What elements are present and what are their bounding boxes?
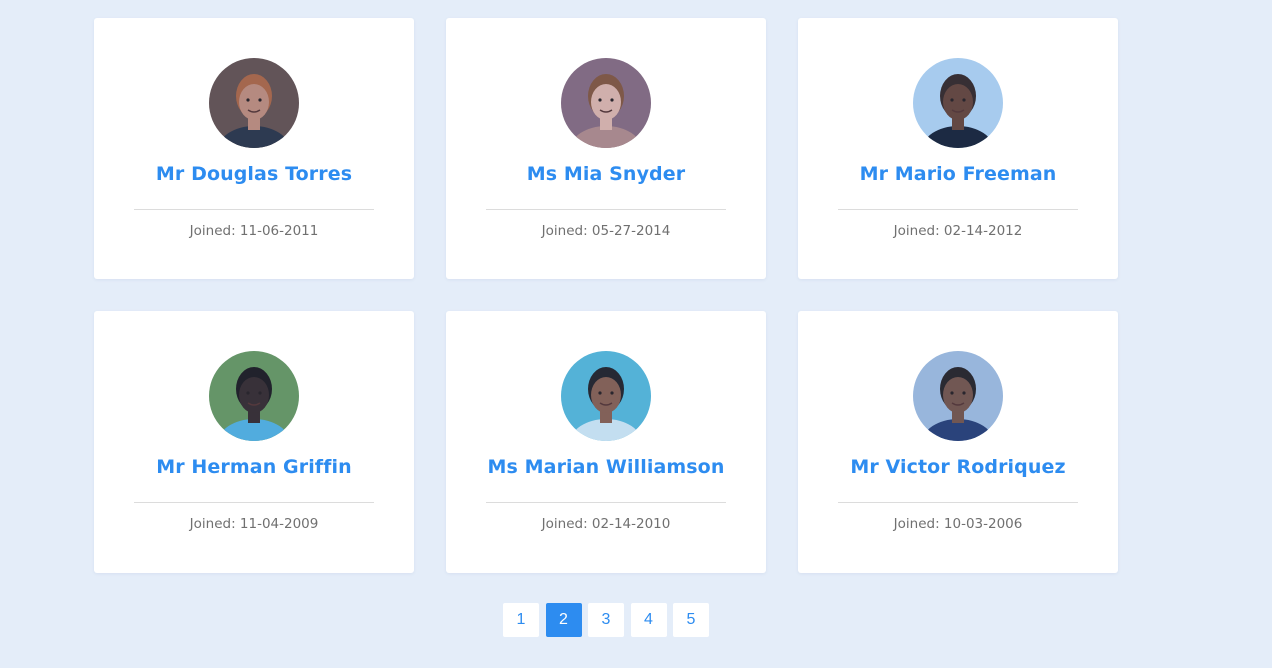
user-card: Ms Marian Williamson Joined: 02-14-2010 (446, 311, 766, 573)
user-card: Ms Mia Snyder Joined: 05-27-2014 (446, 18, 766, 279)
page-button-2[interactable]: 2 (545, 603, 582, 637)
avatar (209, 351, 299, 441)
divider (134, 209, 374, 210)
user-card: Mr Douglas Torres Joined: 11-06-2011 (94, 18, 414, 279)
avatar-portrait (209, 351, 299, 441)
divider (486, 502, 726, 503)
avatar (913, 58, 1003, 148)
joined-date: Joined: 05-27-2014 (541, 223, 671, 239)
user-card: Mr Victor Rodriquez Joined: 10-03-2006 (798, 311, 1118, 573)
avatar (209, 58, 299, 148)
user-name: Mr Herman Griffin (156, 456, 352, 478)
avatar-portrait (913, 58, 1003, 148)
joined-date: Joined: 10-03-2006 (893, 516, 1023, 532)
user-name: Ms Mia Snyder (526, 163, 686, 185)
divider (134, 502, 374, 503)
avatar-portrait (561, 58, 651, 148)
pagination: 1 2 3 4 5 (503, 603, 709, 637)
user-name: Mr Mario Freeman (859, 163, 1057, 185)
avatar-portrait (561, 351, 651, 441)
user-name: Ms Marian Williamson (487, 456, 725, 478)
joined-date: Joined: 11-06-2011 (189, 223, 319, 239)
joined-date: Joined: 11-04-2009 (189, 516, 319, 532)
page-button-4[interactable]: 4 (630, 603, 667, 637)
page-button-5[interactable]: 5 (673, 603, 709, 637)
user-card: Mr Mario Freeman Joined: 02-14-2012 (798, 18, 1118, 279)
page-button-1[interactable]: 1 (503, 603, 539, 637)
joined-date: Joined: 02-14-2010 (541, 516, 671, 532)
divider (486, 209, 726, 210)
user-name: Mr Victor Rodriquez (850, 456, 1066, 478)
avatar (561, 58, 651, 148)
divider (838, 502, 1078, 503)
user-card: Mr Herman Griffin Joined: 11-04-2009 (94, 311, 414, 573)
page-button-3[interactable]: 3 (588, 603, 624, 637)
user-name: Mr Douglas Torres (155, 163, 353, 185)
avatar-portrait (913, 351, 1003, 441)
avatar-portrait (209, 58, 299, 148)
joined-date: Joined: 02-14-2012 (893, 223, 1023, 239)
divider (838, 209, 1078, 210)
avatar (913, 351, 1003, 441)
avatar (561, 351, 651, 441)
user-card-grid: Mr Douglas Torres Joined: 11-06-2011 Ms … (94, 18, 1118, 573)
